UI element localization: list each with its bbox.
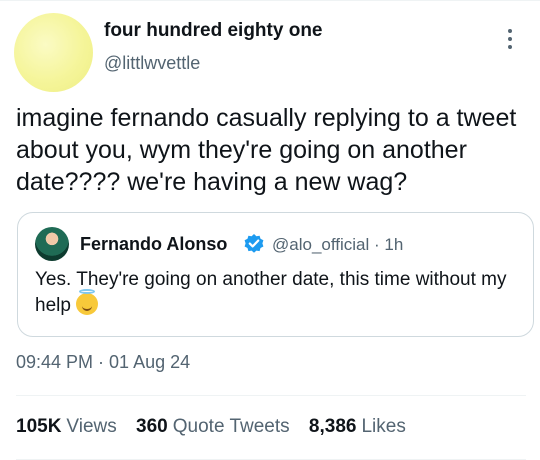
author-display-name[interactable]: four hundred eighty one [104,20,323,42]
top-divider [0,0,540,1]
likes-stat[interactable]: 8,386 Likes [309,416,406,437]
more-options-icon[interactable] [500,26,520,52]
verified-badge-icon [244,234,264,253]
quoted-author-handle-time[interactable]: @alo_official · 1h [272,235,403,255]
quoted-tweet-text: Yes. They're going on another date, this… [35,267,515,319]
author-avatar[interactable] [14,13,93,92]
quote-tweets-stat[interactable]: 360 Quote Tweets [136,416,290,437]
tweet-text: imagine fernando casually replying to a … [16,104,517,196]
smiling-face-with-halo-icon [75,289,98,315]
quoted-time-ago: · 1h [374,235,404,254]
stats-divider [16,395,526,396]
tweet-timestamp[interactable]: 09:44 PM · 01 Aug 24 [16,352,190,373]
tweet-stats: 105K Views 360 Quote Tweets 8,386 Likes [16,416,420,438]
quoted-tweet-card[interactable]: Fernando Alonso @alo_official · 1h Yes. … [17,212,534,337]
quoted-author-handle[interactable]: @alo_official [272,235,369,254]
quoted-author-avatar[interactable] [35,227,69,261]
author-handle[interactable]: @littlwvettle [104,53,200,74]
quoted-author-name[interactable]: Fernando Alonso [80,234,227,255]
quote-tweets-count: 360 [136,416,168,437]
quote-tweets-label: Quote Tweets [172,416,290,437]
views-count: 105K [16,416,62,437]
likes-count: 8,386 [308,416,357,437]
views-label: Views [66,416,117,437]
likes-label: Likes [361,416,406,437]
quoted-tweet-text-body: Yes. They're going on another date, this… [35,269,507,316]
views-stat[interactable]: 105K Views [16,416,117,437]
